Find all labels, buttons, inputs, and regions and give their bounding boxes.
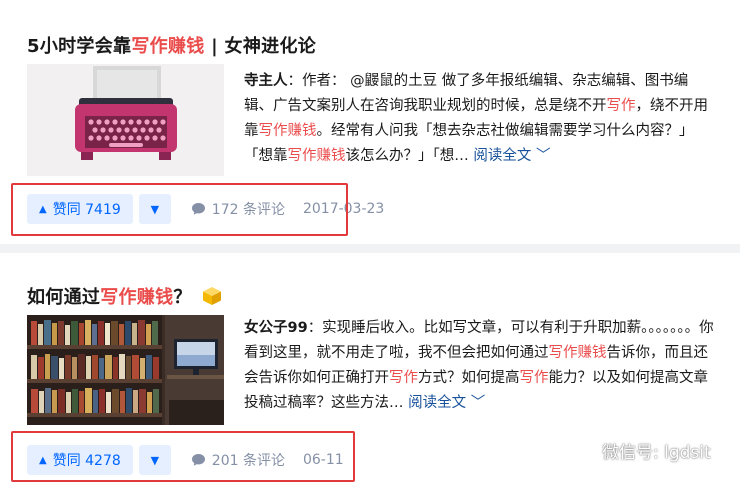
answer-excerpt[interactable]: 女公子99：实现睡后收入。比如写文章，可以有利于升职加薪。。。。。。。你看到这里… — [244, 316, 714, 416]
title-highlight: 写作赚钱 — [131, 36, 205, 57]
annotation-box — [11, 183, 348, 236]
excerpt-highlight: 写作 — [519, 370, 549, 386]
author-name[interactable]: 寺主人 — [244, 73, 288, 89]
bookshelf-thumbnail[interactable] — [27, 315, 224, 425]
title-text: ？ — [173, 287, 192, 308]
title-highlight: 写作赚钱 — [100, 287, 174, 308]
excerpt-highlight: 写作 — [606, 98, 636, 114]
author-name[interactable]: 女公子99 — [244, 320, 308, 336]
post-title[interactable]: 如何通过写作赚钱？ — [27, 283, 222, 311]
excerpt-text: 方式？如何提高 — [418, 370, 520, 386]
title-text: 如何通过 — [27, 287, 101, 308]
answer-excerpt[interactable]: 寺主人：作者： @鼹鼠的土豆 做了多年报纸编辑、杂志编辑、图书编辑、广告文案别人… — [244, 69, 714, 169]
excerpt-highlight: 写作 — [389, 370, 418, 386]
excerpt-highlight: 写作赚钱 — [287, 148, 346, 164]
typewriter-thumbnail[interactable] — [27, 64, 224, 176]
chevron-down-icon: ﹀ — [535, 148, 551, 164]
post-title[interactable]: 5小时学会靠写作赚钱 | 女神进化论 — [27, 32, 316, 58]
wechat-icon — [570, 440, 596, 461]
title-text: 5小时学会靠 — [27, 36, 132, 57]
cube-emoji-icon — [202, 286, 222, 311]
excerpt-highlight: 写作赚钱 — [548, 345, 607, 361]
read-more-link[interactable]: 阅读全文 ﹀ — [473, 148, 550, 164]
excerpt-text: 该怎么办？」「想… — [345, 148, 474, 164]
bookshelf-illustration — [27, 315, 224, 425]
title-text: | 女神进化论 — [204, 36, 317, 57]
read-more-link[interactable]: 阅读全文 ﹀ — [408, 395, 485, 411]
read-more-label: 阅读全文 — [473, 148, 532, 164]
chevron-down-icon: ﹀ — [470, 395, 486, 411]
annotation-box — [11, 431, 355, 482]
typewriter-illustration — [75, 66, 177, 160]
watermark-text: 微信号: lgdsit — [602, 443, 711, 463]
read-more-label: 阅读全文 — [408, 395, 467, 411]
excerpt-highlight: 写作赚钱 — [258, 123, 317, 139]
wechat-watermark: 微信号: lgdsit — [570, 438, 711, 463]
